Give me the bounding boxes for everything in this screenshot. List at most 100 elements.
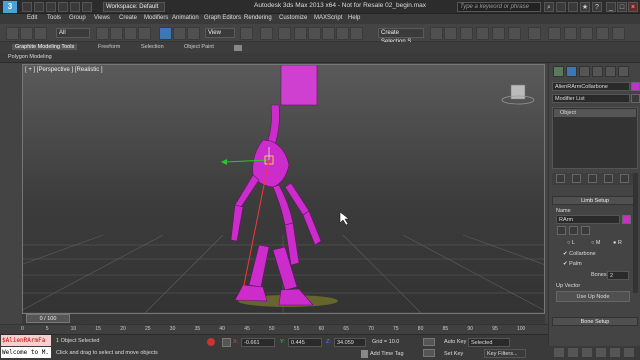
selection-lock-icon[interactable] bbox=[207, 338, 215, 346]
menu-graph-editors[interactable]: Graph Editors bbox=[204, 15, 241, 21]
reference-coordinate-dropdown[interactable]: View bbox=[205, 28, 235, 38]
maxscript-input[interactable]: Welcome to M. bbox=[1, 347, 51, 358]
new-file-icon[interactable] bbox=[22, 2, 32, 12]
graphite-toggle-icon[interactable] bbox=[476, 27, 489, 40]
object-color-swatch[interactable] bbox=[631, 82, 640, 91]
make-unique-icon[interactable] bbox=[588, 174, 597, 183]
curve-editor-icon[interactable] bbox=[492, 27, 505, 40]
schematic-view-icon[interactable] bbox=[508, 27, 521, 40]
tab-graphite-modeling-tools[interactable]: Graphite Modeling Tools bbox=[12, 44, 78, 50]
undo-icon[interactable] bbox=[58, 2, 68, 12]
menu-group[interactable]: Group bbox=[69, 15, 86, 21]
limb-setup-rollout[interactable]: Limb Setup bbox=[552, 196, 638, 205]
unlink-icon[interactable] bbox=[20, 27, 33, 40]
app-logo-icon[interactable]: 3 bbox=[3, 1, 17, 13]
limb-tool-3-icon[interactable] bbox=[581, 226, 590, 235]
modify-tab-icon[interactable] bbox=[566, 66, 577, 77]
create-tab-icon[interactable] bbox=[553, 66, 564, 77]
select-and-move-icon[interactable] bbox=[159, 27, 172, 40]
pivot-center-icon[interactable] bbox=[240, 27, 253, 40]
zoom-icon[interactable] bbox=[554, 348, 564, 357]
render-iterative-icon[interactable] bbox=[596, 27, 609, 40]
ribbon-polygon-modeling[interactable]: Polygon Modeling bbox=[8, 54, 52, 60]
limb-tool-2-icon[interactable] bbox=[569, 226, 578, 235]
menu-create[interactable]: Create bbox=[119, 15, 137, 21]
orbit-icon[interactable] bbox=[624, 348, 634, 357]
subscription-icon[interactable] bbox=[556, 2, 566, 12]
absolute-mode-icon[interactable] bbox=[222, 338, 231, 347]
select-and-rotate-icon[interactable] bbox=[173, 27, 186, 40]
track-bar[interactable]: 0 5 10 15 20 25 30 35 40 45 50 55 60 65 70 75 80 85 90 95 10… bbox=[0, 324, 548, 334]
set-key-icon[interactable] bbox=[423, 349, 435, 357]
search-icon[interactable]: ⌕ bbox=[544, 2, 554, 12]
workspace-dropdown[interactable]: Workspace: Default bbox=[103, 2, 165, 12]
bones-spinner[interactable]: 2 bbox=[607, 271, 629, 280]
close-icon[interactable]: × bbox=[628, 2, 638, 12]
angle-snap-icon[interactable] bbox=[308, 27, 321, 40]
menu-rendering[interactable]: Rendering bbox=[244, 15, 272, 21]
show-end-result-icon[interactable] bbox=[572, 174, 581, 183]
limb-color-swatch[interactable] bbox=[622, 215, 631, 224]
hierarchy-tab-icon[interactable] bbox=[579, 66, 590, 77]
tab-object-paint[interactable]: Object Paint bbox=[184, 44, 214, 50]
modifier-list-arrow-icon[interactable] bbox=[631, 94, 640, 103]
minimize-icon[interactable]: _ bbox=[606, 2, 616, 12]
select-object-icon[interactable] bbox=[96, 27, 109, 40]
use-up-node-button[interactable]: Use Up Node bbox=[556, 291, 630, 302]
time-slider-track[interactable] bbox=[22, 314, 545, 324]
link-icon[interactable] bbox=[6, 27, 19, 40]
window-crossing-icon[interactable] bbox=[138, 27, 151, 40]
object-name-field[interactable]: AlienRArmCollarbone bbox=[552, 82, 630, 91]
snaps-toggle-icon[interactable] bbox=[294, 27, 307, 40]
menu-maxscript[interactable]: MAXScript bbox=[314, 15, 342, 21]
menu-views[interactable]: Views bbox=[94, 15, 110, 21]
maxscript-output[interactable]: $AlienRArmFa bbox=[1, 335, 51, 346]
limb-name-field[interactable]: RArm bbox=[556, 215, 620, 224]
y-coordinate-field[interactable]: 0.445 bbox=[288, 338, 322, 347]
add-time-tag-button[interactable]: Add Time Tag bbox=[370, 351, 404, 357]
motion-tab-icon[interactable] bbox=[592, 66, 603, 77]
menu-animation[interactable]: Animation bbox=[172, 15, 199, 21]
radio-right[interactable]: ● R bbox=[613, 240, 622, 246]
command-panel-scrollbar[interactable] bbox=[633, 173, 638, 293]
material-editor-icon[interactable] bbox=[528, 27, 541, 40]
keyboard-shortcut-override-icon[interactable] bbox=[278, 27, 291, 40]
render-setup-icon[interactable] bbox=[548, 27, 561, 40]
field-of-view-icon[interactable] bbox=[596, 348, 606, 357]
bind-space-warp-icon[interactable] bbox=[34, 27, 47, 40]
select-manipulate-icon[interactable] bbox=[260, 27, 273, 40]
x-coordinate-field[interactable]: -0.661 bbox=[241, 338, 275, 347]
configure-sets-icon[interactable] bbox=[620, 174, 629, 183]
align-icon[interactable] bbox=[444, 27, 457, 40]
set-key-button[interactable]: Set Key bbox=[444, 351, 463, 357]
search-input[interactable]: Type a keyword or phrase bbox=[457, 2, 541, 12]
save-file-icon[interactable] bbox=[46, 2, 56, 12]
render-production-icon[interactable] bbox=[580, 27, 593, 40]
alien-character[interactable] bbox=[230, 65, 322, 306]
select-by-name-icon[interactable] bbox=[110, 27, 123, 40]
remove-modifier-icon[interactable] bbox=[604, 174, 613, 183]
stack-item-object[interactable]: Object bbox=[554, 109, 636, 117]
viewcube-icon[interactable] bbox=[510, 84, 526, 100]
redo-icon[interactable] bbox=[70, 2, 80, 12]
modifier-list-dropdown[interactable]: Modifier List bbox=[552, 94, 630, 103]
go-to-start-icon[interactable] bbox=[423, 338, 435, 346]
named-selection-dropdown[interactable]: Create Selection S bbox=[378, 28, 424, 45]
region-select-icon[interactable] bbox=[124, 27, 137, 40]
radio-left[interactable]: ○ L bbox=[567, 240, 575, 246]
favorites-icon[interactable]: ★ bbox=[580, 2, 590, 12]
layer-manager-icon[interactable] bbox=[460, 27, 473, 40]
key-filters-button[interactable]: Key Filters... bbox=[484, 349, 526, 358]
maximize-icon[interactable]: □ bbox=[617, 2, 627, 12]
palm-checkbox[interactable]: ✔ Palm bbox=[563, 261, 582, 267]
ribbon-toggle-icon[interactable] bbox=[234, 45, 242, 51]
select-and-scale-icon[interactable] bbox=[187, 27, 200, 40]
help-icon[interactable]: ? bbox=[592, 2, 602, 12]
z-coordinate-field[interactable]: 34.059 bbox=[334, 338, 366, 347]
project-folder-icon[interactable] bbox=[82, 2, 92, 12]
tab-freeform[interactable]: Freeform bbox=[98, 44, 120, 50]
maxscript-listener[interactable]: $AlienRArmFa Welcome to M. bbox=[0, 334, 52, 360]
viewport-label[interactable]: [ + ] [Perspective ] [Realistic ] bbox=[25, 67, 103, 73]
limb-tool-1-icon[interactable] bbox=[557, 226, 566, 235]
pin-stack-icon[interactable] bbox=[556, 174, 565, 183]
